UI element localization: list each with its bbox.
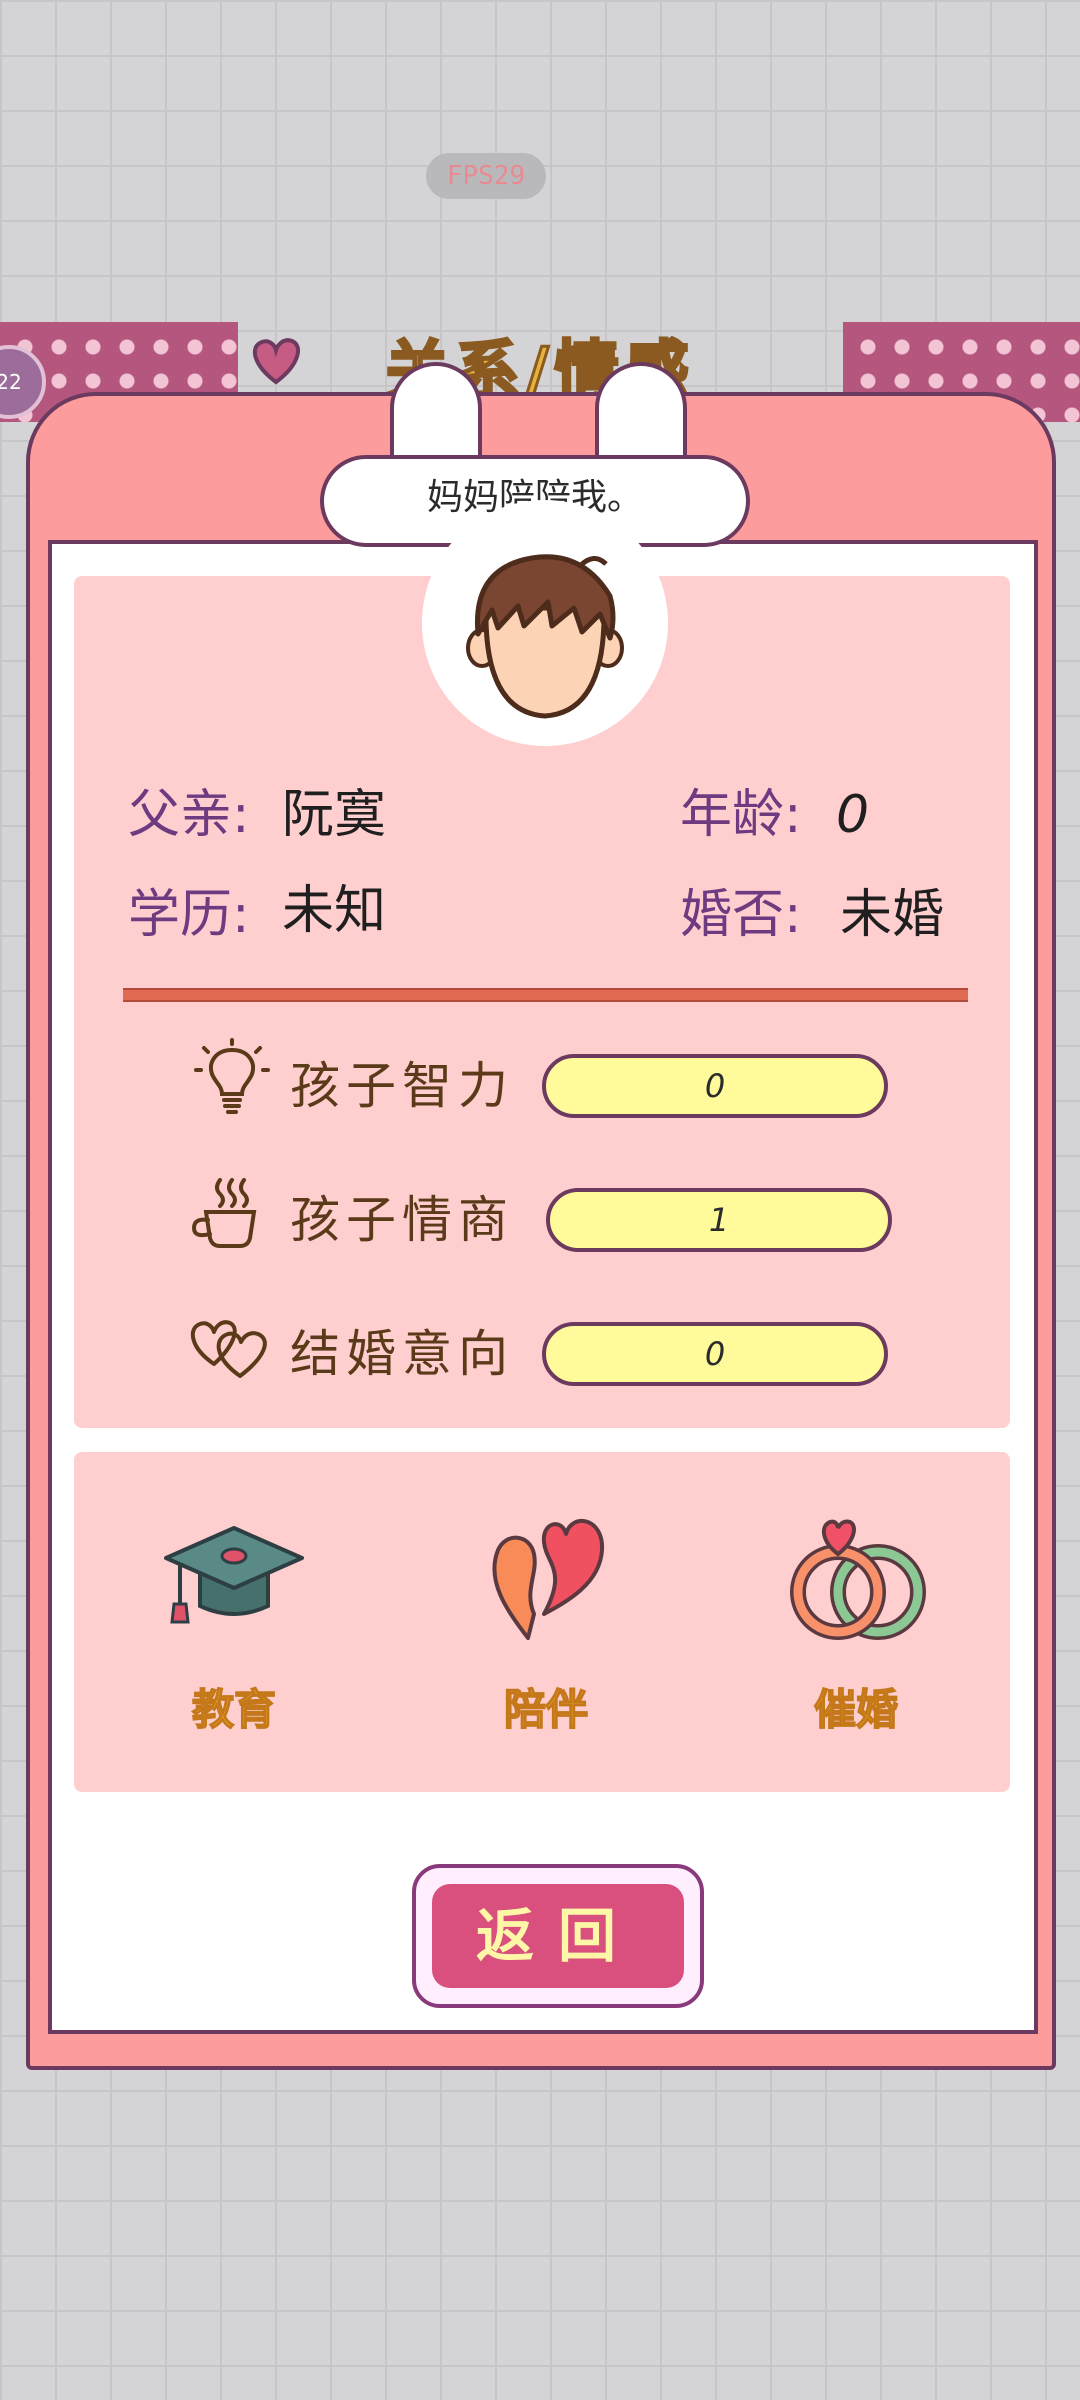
divider [123,988,968,1002]
stat-label-marriage-willingness: 结婚意向 [290,1325,514,1383]
child-avatar [462,548,628,728]
urge-marriage-label: 催婚 [813,1684,899,1735]
age-value: 0 [836,785,870,845]
rings-icon [790,1519,926,1640]
coffee-cup-icon [186,1172,270,1256]
marital-status-value: 未婚 [840,885,945,945]
educate-button[interactable]: 教育 [134,1510,334,1740]
fps-counter: FPS29 [426,153,546,199]
stat-label-emotional: 孩子情商 [290,1191,514,1249]
accompany-button[interactable]: 陪伴 [446,1510,646,1740]
age-label: 年龄: [680,785,802,845]
stat-bar-marriage-willingness: 0 [542,1322,888,1386]
educate-label: 教育 [191,1684,277,1735]
education-label: 学历: [128,885,250,945]
stat-label-intelligence: 孩子智力 [290,1057,514,1115]
broken-hearts-icon [492,1518,605,1640]
marital-status-label: 婚否: [680,885,802,945]
graduation-cap-icon [164,1526,304,1624]
stat-bar-intelligence: 0 [542,1054,888,1118]
lightbulb-icon [190,1036,274,1120]
father-label: 父亲: [128,785,250,845]
heart-icon [248,336,304,386]
accompany-label: 陪伴 [503,1684,589,1735]
double-heart-icon [184,1306,268,1390]
stat-bar-emotional: 1 [546,1188,892,1252]
education-value: 未知 [282,881,387,941]
urge-marriage-button[interactable]: 催婚 [756,1510,956,1740]
father-value: 阮寞 [282,785,387,845]
return-button[interactable]: 返回 [432,1884,684,1988]
